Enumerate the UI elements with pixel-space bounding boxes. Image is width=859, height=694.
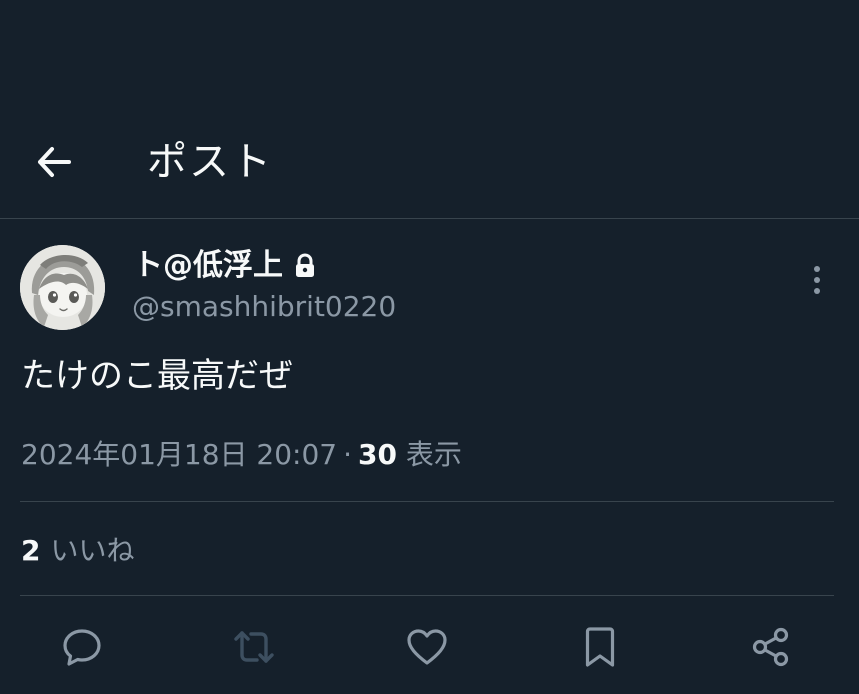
- display-name[interactable]: ト@低浮上: [133, 245, 283, 287]
- avatar[interactable]: [20, 245, 105, 330]
- page-title: ポスト: [147, 139, 273, 185]
- anime-character-avatar-icon: [20, 245, 105, 330]
- reply-icon: [63, 629, 101, 666]
- top-bar: ポスト: [0, 0, 859, 219]
- views-label: 表示: [405, 438, 462, 471]
- views-count: 30: [358, 438, 397, 471]
- heart-icon: [407, 629, 447, 665]
- likes-label: いいね: [50, 534, 135, 567]
- author-name-row: ト@低浮上: [133, 245, 317, 287]
- bookmark-button[interactable]: [576, 623, 624, 671]
- like-button[interactable]: [403, 623, 451, 671]
- reply-button[interactable]: [58, 623, 106, 671]
- likes-summary[interactable]: 2 いいね: [21, 530, 135, 572]
- repost-button[interactable]: [230, 623, 278, 671]
- repost-icon: [234, 631, 274, 663]
- tweet-meta: 2024年01月18日 20:07 · 30 表示: [21, 434, 462, 476]
- back-button[interactable]: [30, 140, 78, 184]
- more-options-button[interactable]: [797, 258, 837, 302]
- divider: [20, 595, 834, 596]
- user-handle[interactable]: @smashhibrit0220: [132, 288, 396, 326]
- more-vertical-icon: [814, 266, 820, 294]
- likes-count: 2: [21, 534, 41, 567]
- arrow-left-icon: [38, 147, 71, 177]
- tweet-timestamp[interactable]: 2024年01月18日 20:07: [21, 438, 337, 471]
- share-icon: [752, 627, 789, 667]
- lock-icon: [296, 253, 314, 277]
- bookmark-icon: [585, 627, 615, 667]
- tweet-text: たけのこ最高だぜ: [21, 356, 293, 396]
- divider: [20, 501, 834, 502]
- meta-separator: ·: [343, 438, 353, 471]
- share-button[interactable]: [747, 623, 795, 671]
